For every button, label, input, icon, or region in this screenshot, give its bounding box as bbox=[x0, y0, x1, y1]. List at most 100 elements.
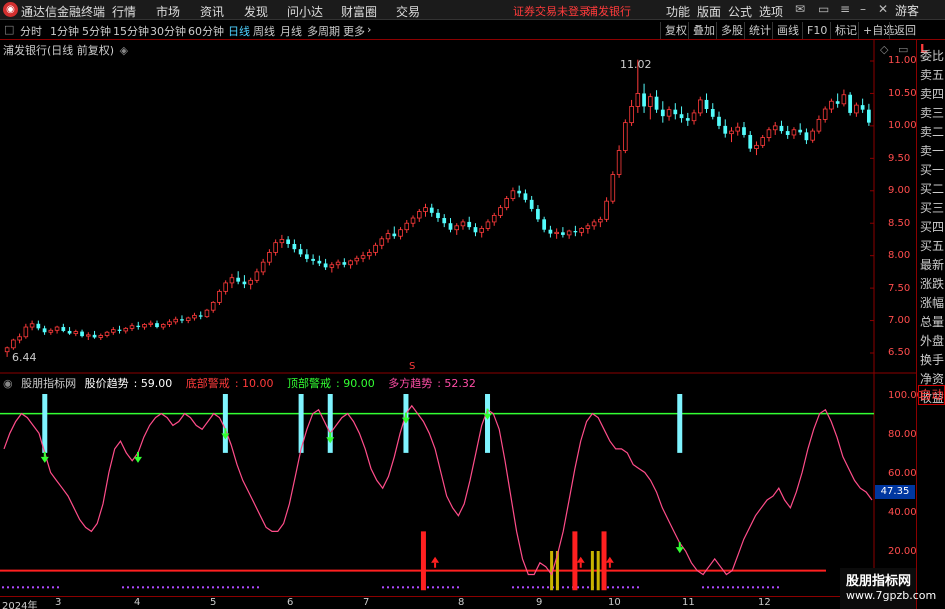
menu-shichang[interactable]: 市场 bbox=[156, 3, 180, 20]
candle-body bbox=[354, 257, 360, 262]
baseline-dot bbox=[517, 586, 519, 589]
quote-field-label[interactable]: 买四 bbox=[920, 218, 944, 235]
candle-body bbox=[654, 96, 659, 110]
price-tick: 11.00 bbox=[888, 55, 917, 66]
price-tick: 6.50 bbox=[888, 347, 911, 358]
candle-body bbox=[180, 319, 184, 321]
baseline-dot bbox=[587, 586, 589, 589]
quote-field-label[interactable]: 总量 bbox=[920, 313, 944, 330]
baseline-dot bbox=[532, 586, 534, 589]
candle-body bbox=[610, 174, 616, 202]
quote-field-label[interactable]: 买二 bbox=[920, 180, 944, 197]
quote-field-label[interactable]: 卖四 bbox=[920, 85, 944, 102]
period-15min[interactable]: 15分钟 bbox=[113, 23, 149, 39]
indicator-toggle-icon[interactable]: ◉ bbox=[3, 377, 13, 390]
login-warning[interactable]: 证券交易未登录 bbox=[513, 3, 590, 19]
btn-biaoji[interactable]: 标记 bbox=[830, 22, 861, 39]
menu-hangqing[interactable]: 行情 bbox=[112, 3, 136, 20]
quote-field-label[interactable]: 卖三 bbox=[920, 104, 944, 121]
close-icon[interactable]: ✕ bbox=[878, 2, 888, 16]
message-icon[interactable]: ✉ bbox=[795, 2, 805, 16]
quote-field-label[interactable]: 买一 bbox=[920, 161, 944, 178]
quote-field-label[interactable]: 买五 bbox=[920, 237, 944, 254]
candle-body bbox=[660, 109, 665, 117]
quote-field-label[interactable]: 卖二 bbox=[920, 123, 944, 140]
btn-duogu[interactable]: 多股 bbox=[716, 22, 747, 39]
baseline-dot bbox=[252, 586, 254, 589]
watermark-url: www.7gpzb.com bbox=[846, 589, 937, 602]
candle-body bbox=[248, 279, 253, 285]
quote-field-label[interactable]: 买三 bbox=[920, 199, 944, 216]
menu-faxian[interactable]: 发现 bbox=[244, 3, 268, 20]
quote-field-label[interactable]: 委比 bbox=[920, 47, 944, 64]
candle-body bbox=[173, 318, 179, 323]
baseline-dot bbox=[202, 586, 204, 589]
period-toggle-icon[interactable]: □ bbox=[4, 23, 14, 36]
period-fenshi[interactable]: 分时 bbox=[20, 23, 42, 39]
baseline-dot bbox=[537, 586, 539, 589]
candle-body bbox=[229, 277, 235, 284]
baseline-dot bbox=[737, 586, 739, 589]
btn-huaxian[interactable]: 画线 bbox=[772, 22, 803, 39]
btn-diejia[interactable]: 叠加 bbox=[688, 22, 719, 39]
period-monthly[interactable]: 月线 bbox=[280, 23, 302, 39]
marker-s: S bbox=[409, 361, 416, 372]
candle-body bbox=[416, 211, 422, 219]
auto-button[interactable]: 自动 bbox=[918, 385, 945, 405]
green-arrow-stem bbox=[329, 432, 332, 438]
menu-caifuquan[interactable]: 财富圈 bbox=[341, 3, 377, 20]
quote-field-label[interactable]: 换手 bbox=[920, 351, 944, 368]
chevron-right-icon[interactable]: › bbox=[367, 23, 371, 36]
yellow-bar bbox=[590, 551, 594, 591]
quote-field-label[interactable]: 卖五 bbox=[920, 66, 944, 83]
candle-body bbox=[729, 130, 734, 135]
btn-back[interactable]: 返回 bbox=[889, 22, 920, 39]
baseline-dot bbox=[257, 586, 259, 589]
period-60min[interactable]: 60分钟 bbox=[188, 23, 224, 39]
period-multi[interactable]: 多周期 bbox=[307, 23, 340, 39]
settings-icon[interactable]: ≡ bbox=[840, 2, 850, 16]
baseline-dot bbox=[32, 586, 34, 589]
minimize-icon[interactable]: – bbox=[860, 2, 866, 16]
menu-gongneng[interactable]: 功能 bbox=[666, 3, 690, 20]
period-30min[interactable]: 30分钟 bbox=[150, 23, 186, 39]
quote-field-label[interactable]: 涨幅 bbox=[920, 294, 944, 311]
period-1min[interactable]: 1分钟 bbox=[50, 23, 79, 39]
period-5min[interactable]: 5分钟 bbox=[82, 23, 111, 39]
candle-body bbox=[117, 329, 122, 331]
period-weekly[interactable]: 周线 bbox=[253, 23, 275, 39]
btn-f10[interactable]: F10 bbox=[802, 22, 831, 39]
date-tick: 11 bbox=[682, 597, 695, 608]
candle-body bbox=[267, 252, 272, 263]
baseline-dot bbox=[752, 586, 754, 589]
candle-body bbox=[311, 258, 315, 261]
visitor-button[interactable]: 游客 bbox=[895, 2, 919, 19]
quote-field-label[interactable]: 最新 bbox=[920, 256, 944, 273]
indicator-name[interactable]: 股朋指标网 bbox=[21, 377, 76, 390]
menu-banmian[interactable]: 版面 bbox=[697, 3, 721, 20]
menu-zixun[interactable]: 资讯 bbox=[200, 3, 224, 20]
quote-field-label[interactable]: 涨跌 bbox=[920, 275, 944, 292]
btn-tongji[interactable]: 统计 bbox=[744, 22, 775, 39]
menu-gongshi[interactable]: 公式 bbox=[728, 3, 752, 20]
quote-field-label[interactable]: 卖一 bbox=[920, 142, 944, 159]
indicator-field-top-alert: 顶部警戒: 90.00 bbox=[287, 377, 375, 390]
menu-wenxiaoda[interactable]: 问小达 bbox=[287, 3, 323, 20]
bottom-alert-bar bbox=[572, 531, 578, 591]
quote-field-label[interactable]: 外盘 bbox=[920, 332, 944, 349]
menu-xuanxiang[interactable]: 选项 bbox=[759, 3, 783, 20]
btn-fuquan[interactable]: 复权 bbox=[660, 22, 691, 39]
date-tick: 5 bbox=[210, 597, 217, 608]
candle-body bbox=[748, 134, 753, 149]
restore-icon[interactable]: ▭ bbox=[818, 2, 829, 16]
baseline-dot bbox=[247, 586, 249, 589]
period-daily[interactable]: 日线 bbox=[228, 23, 250, 39]
date-tick: 10 bbox=[608, 597, 621, 608]
baseline-dot bbox=[12, 586, 14, 589]
menu-jiaoyi[interactable]: 交易 bbox=[396, 3, 420, 20]
candle-body bbox=[561, 232, 565, 235]
candle-body bbox=[517, 190, 522, 194]
period-more[interactable]: 更多 bbox=[343, 23, 365, 39]
baseline-dot bbox=[742, 586, 744, 589]
candle-body bbox=[129, 325, 135, 329]
